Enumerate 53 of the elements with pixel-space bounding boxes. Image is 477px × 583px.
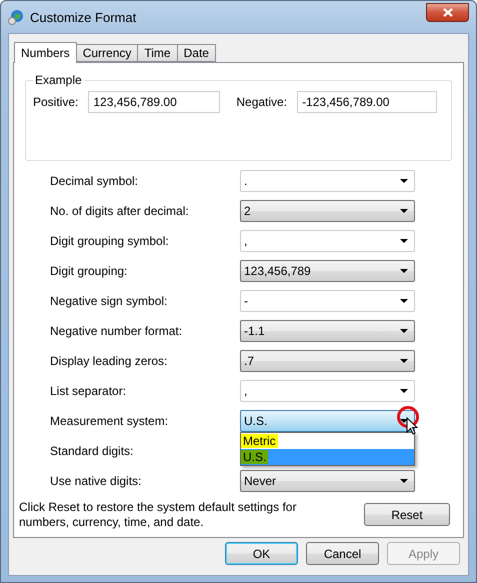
reset-button[interactable]: Reset bbox=[364, 503, 450, 526]
field-label: Positive: bbox=[33, 95, 78, 109]
dropdown[interactable]: U.S. bbox=[240, 410, 415, 432]
group-title: Example bbox=[34, 73, 83, 87]
dialog-button[interactable]: Cancel bbox=[306, 542, 379, 565]
setting-label: Negative sign symbol: bbox=[50, 294, 168, 308]
field-label: Negative: bbox=[236, 95, 288, 109]
tab[interactable]: Date bbox=[176, 44, 216, 62]
positive-example-field: 123,456,789.00 bbox=[88, 91, 220, 113]
dropdown[interactable]: 2 bbox=[240, 200, 415, 222]
setting-label: No. of digits after decimal: bbox=[50, 204, 190, 218]
dropdown-arrow-icon bbox=[400, 209, 408, 213]
setting-label: Decimal symbol: bbox=[50, 174, 140, 188]
highlight-circle bbox=[396, 405, 420, 429]
dropdown[interactable]: Never bbox=[240, 470, 415, 492]
dropdown-arrow-icon bbox=[400, 359, 408, 363]
negative-example-field: -123,456,789.00 bbox=[297, 91, 438, 113]
dropdown[interactable]: . bbox=[240, 170, 415, 192]
dropdown-option[interactable]: Metric bbox=[241, 433, 414, 449]
window-title: Customize Format bbox=[30, 10, 138, 24]
dropdown-arrow-icon bbox=[400, 299, 408, 303]
setting-label: Measurement system: bbox=[50, 414, 170, 428]
setting-label: Digit grouping symbol: bbox=[50, 234, 170, 248]
option-text: Metric bbox=[241, 434, 278, 448]
dropdown[interactable]: 123,456,789 bbox=[240, 260, 415, 282]
setting-label: Use native digits: bbox=[50, 474, 142, 488]
tab[interactable]: Numbers bbox=[14, 42, 77, 63]
setting-label: Display leading zeros: bbox=[50, 354, 168, 368]
globe-icon bbox=[8, 9, 24, 25]
dropdown[interactable]: - bbox=[240, 290, 415, 312]
reset-note: Click Reset to restore the system default settings for numbers, currency, time, and date. bbox=[19, 500, 298, 530]
setting-label: List separator: bbox=[50, 384, 128, 398]
dropdown-arrow-icon bbox=[400, 389, 408, 393]
dropdown-arrow-icon bbox=[400, 419, 408, 423]
dropdown-arrow-icon bbox=[400, 239, 408, 243]
setting-label: Negative number format: bbox=[50, 324, 184, 338]
dropdown[interactable]: , bbox=[240, 230, 415, 252]
dropdown-arrow-icon bbox=[400, 479, 408, 483]
setting-label: Standard digits: bbox=[50, 444, 134, 458]
dropdown-arrow-icon bbox=[400, 329, 408, 333]
dropdown[interactable]: -1.1 bbox=[240, 320, 415, 342]
dropdown[interactable]: .7 bbox=[240, 350, 415, 372]
dropdown[interactable]: , bbox=[240, 380, 415, 402]
tab[interactable]: Time bbox=[137, 44, 178, 62]
dropdown-arrow-icon bbox=[400, 179, 408, 183]
tab[interactable]: Currency bbox=[76, 44, 138, 62]
option-text: U.S. bbox=[241, 450, 268, 464]
close-icon bbox=[442, 8, 452, 16]
dropdown-arrow-icon bbox=[400, 269, 408, 273]
setting-label: Digit grouping: bbox=[50, 264, 128, 278]
dialog-button[interactable]: OK bbox=[225, 542, 298, 565]
dropdown-option[interactable]: U.S. bbox=[241, 449, 414, 465]
close-button[interactable] bbox=[426, 2, 469, 22]
